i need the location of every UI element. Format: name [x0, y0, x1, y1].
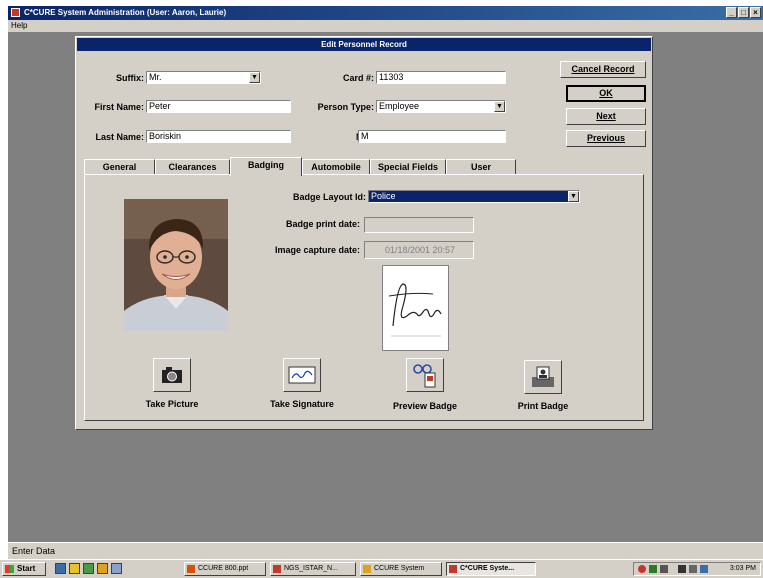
desktop-icon[interactable] [83, 563, 94, 574]
signature-image [388, 283, 442, 337]
card-label: Card #: [342, 73, 374, 83]
person-type-select[interactable]: Employee ▼ [376, 100, 506, 113]
folder-icon [363, 565, 371, 573]
taskbar-item-ngs[interactable]: NGS_ISTAR_N... [270, 562, 356, 576]
tab-clearances[interactable]: Clearances [155, 159, 230, 175]
start-button[interactable]: Start [2, 562, 46, 576]
person-photo [124, 199, 228, 331]
preview-badge-button[interactable] [406, 358, 444, 392]
powerpoint-icon [187, 565, 195, 573]
app-logo-icon [11, 8, 20, 17]
tray-icon[interactable] [638, 565, 646, 573]
person-type-value: Employee [379, 101, 420, 111]
take-picture-button[interactable] [153, 358, 191, 392]
maximize-button[interactable]: □ [738, 7, 749, 18]
mi-field[interactable]: M [358, 130, 506, 143]
signature-box [382, 265, 449, 351]
taskbar-item-label: CCURE System [374, 565, 425, 572]
tab-badging[interactable]: Badging [230, 157, 302, 176]
app-logo-icon [449, 565, 457, 573]
tray-icon[interactable] [660, 565, 668, 573]
previous-button[interactable]: Previous [566, 130, 646, 147]
signature-pad-icon [288, 366, 316, 384]
portrait-image [124, 199, 228, 331]
windows-flag-icon [5, 565, 14, 573]
status-bar: Enter Data [8, 542, 763, 559]
last-name-field[interactable]: Boriskin [146, 130, 291, 143]
quicklaunch-icon[interactable] [111, 563, 122, 574]
suffix-label: Suffix: [116, 73, 144, 83]
tray-icon[interactable] [678, 565, 686, 573]
ok-button[interactable]: OK [566, 85, 646, 102]
taskbar-item-ccure-ppt[interactable]: CCURE 800.ppt [184, 562, 266, 576]
badge-print-date-label: Badge print date: [285, 219, 360, 229]
dialog-title: Edit Personnel Record [77, 38, 651, 51]
menu-bar: Help [8, 20, 763, 32]
system-tray: 3:03 PM [633, 562, 761, 576]
folder-icon[interactable] [97, 563, 108, 574]
clock: 3:03 PM [729, 565, 756, 572]
chevron-down-icon[interactable]: ▼ [494, 101, 505, 112]
tray-icon[interactable] [700, 565, 708, 573]
taskbar-item-label: NGS_ISTAR_N... [284, 565, 338, 572]
taskbar-item-ccure-system[interactable]: CCURE System [360, 562, 442, 576]
badge-layout-select[interactable]: Police ▼ [368, 190, 580, 203]
chevron-down-icon[interactable]: ▼ [568, 191, 579, 202]
ie-icon[interactable] [55, 563, 66, 574]
badge-print-date-field [364, 217, 474, 233]
taskbar: Start CCURE 800.ppt NGS_ISTAR_N... CCURE… [0, 559, 763, 578]
tab-special-fields[interactable]: Special Fields [370, 159, 446, 175]
window-title: C*CURE System Administration (User: Aaro… [24, 8, 227, 17]
app-icon [273, 565, 281, 573]
cancel-record-button[interactable]: Cancel Record [560, 61, 646, 78]
window-titlebar[interactable]: C*CURE System Administration (User: Aaro… [8, 6, 763, 20]
person-type-label: Person Type: [317, 102, 374, 112]
tab-user[interactable]: User [446, 159, 516, 175]
main-window: C*CURE System Administration (User: Aaro… [8, 6, 763, 577]
tab-general[interactable]: General [84, 159, 155, 175]
card-number-field[interactable]: 11303 [376, 71, 506, 84]
preview-badge-icon [413, 364, 436, 388]
last-name-label: Last Name: [95, 132, 144, 142]
taskbar-item-label: CCURE 800.ppt [198, 565, 249, 572]
chevron-down-icon[interactable]: ▼ [249, 72, 260, 83]
menu-help[interactable]: Help [11, 21, 27, 30]
tab-automobile[interactable]: Automobile [302, 159, 370, 175]
start-label: Start [17, 564, 36, 573]
take-picture-label: Take Picture [145, 399, 199, 409]
edit-personnel-dialog: Edit Personnel Record Suffix: Mr. ▼ Card… [75, 36, 653, 430]
take-signature-label: Take Signature [270, 399, 334, 409]
taskbar-item-label: C*CURE Syste... [460, 565, 515, 572]
tray-icon[interactable] [649, 565, 657, 573]
image-capture-date-label: Image capture date: [274, 245, 360, 255]
print-badge-label: Print Badge [517, 401, 569, 411]
preview-badge-label: Preview Badge [392, 401, 458, 411]
suffix-select[interactable]: Mr. ▼ [146, 71, 261, 84]
outlook-icon[interactable] [69, 563, 80, 574]
next-button[interactable]: Next [566, 108, 646, 125]
badge-layout-value: Police [371, 191, 396, 201]
take-signature-button[interactable] [283, 358, 321, 392]
minimize-button[interactable]: _ [726, 7, 737, 18]
print-badge-button[interactable] [524, 360, 562, 394]
status-text: Enter Data [12, 546, 56, 556]
print-badge-icon [532, 366, 554, 387]
image-capture-date-field: 01/18/2001 20:57 [364, 241, 474, 259]
close-button[interactable]: × [750, 7, 761, 18]
tray-icon[interactable] [689, 565, 697, 573]
first-name-label: First Name: [94, 102, 144, 112]
record-tabs: General Clearances Badging Automobile Sp… [84, 157, 524, 176]
first-name-field[interactable]: Peter [146, 100, 291, 113]
badge-layout-label: Badge Layout Id: [292, 192, 366, 202]
camera-icon [162, 367, 182, 383]
taskbar-item-ccure-admin[interactable]: C*CURE Syste... [446, 562, 536, 576]
suffix-value: Mr. [149, 72, 162, 82]
